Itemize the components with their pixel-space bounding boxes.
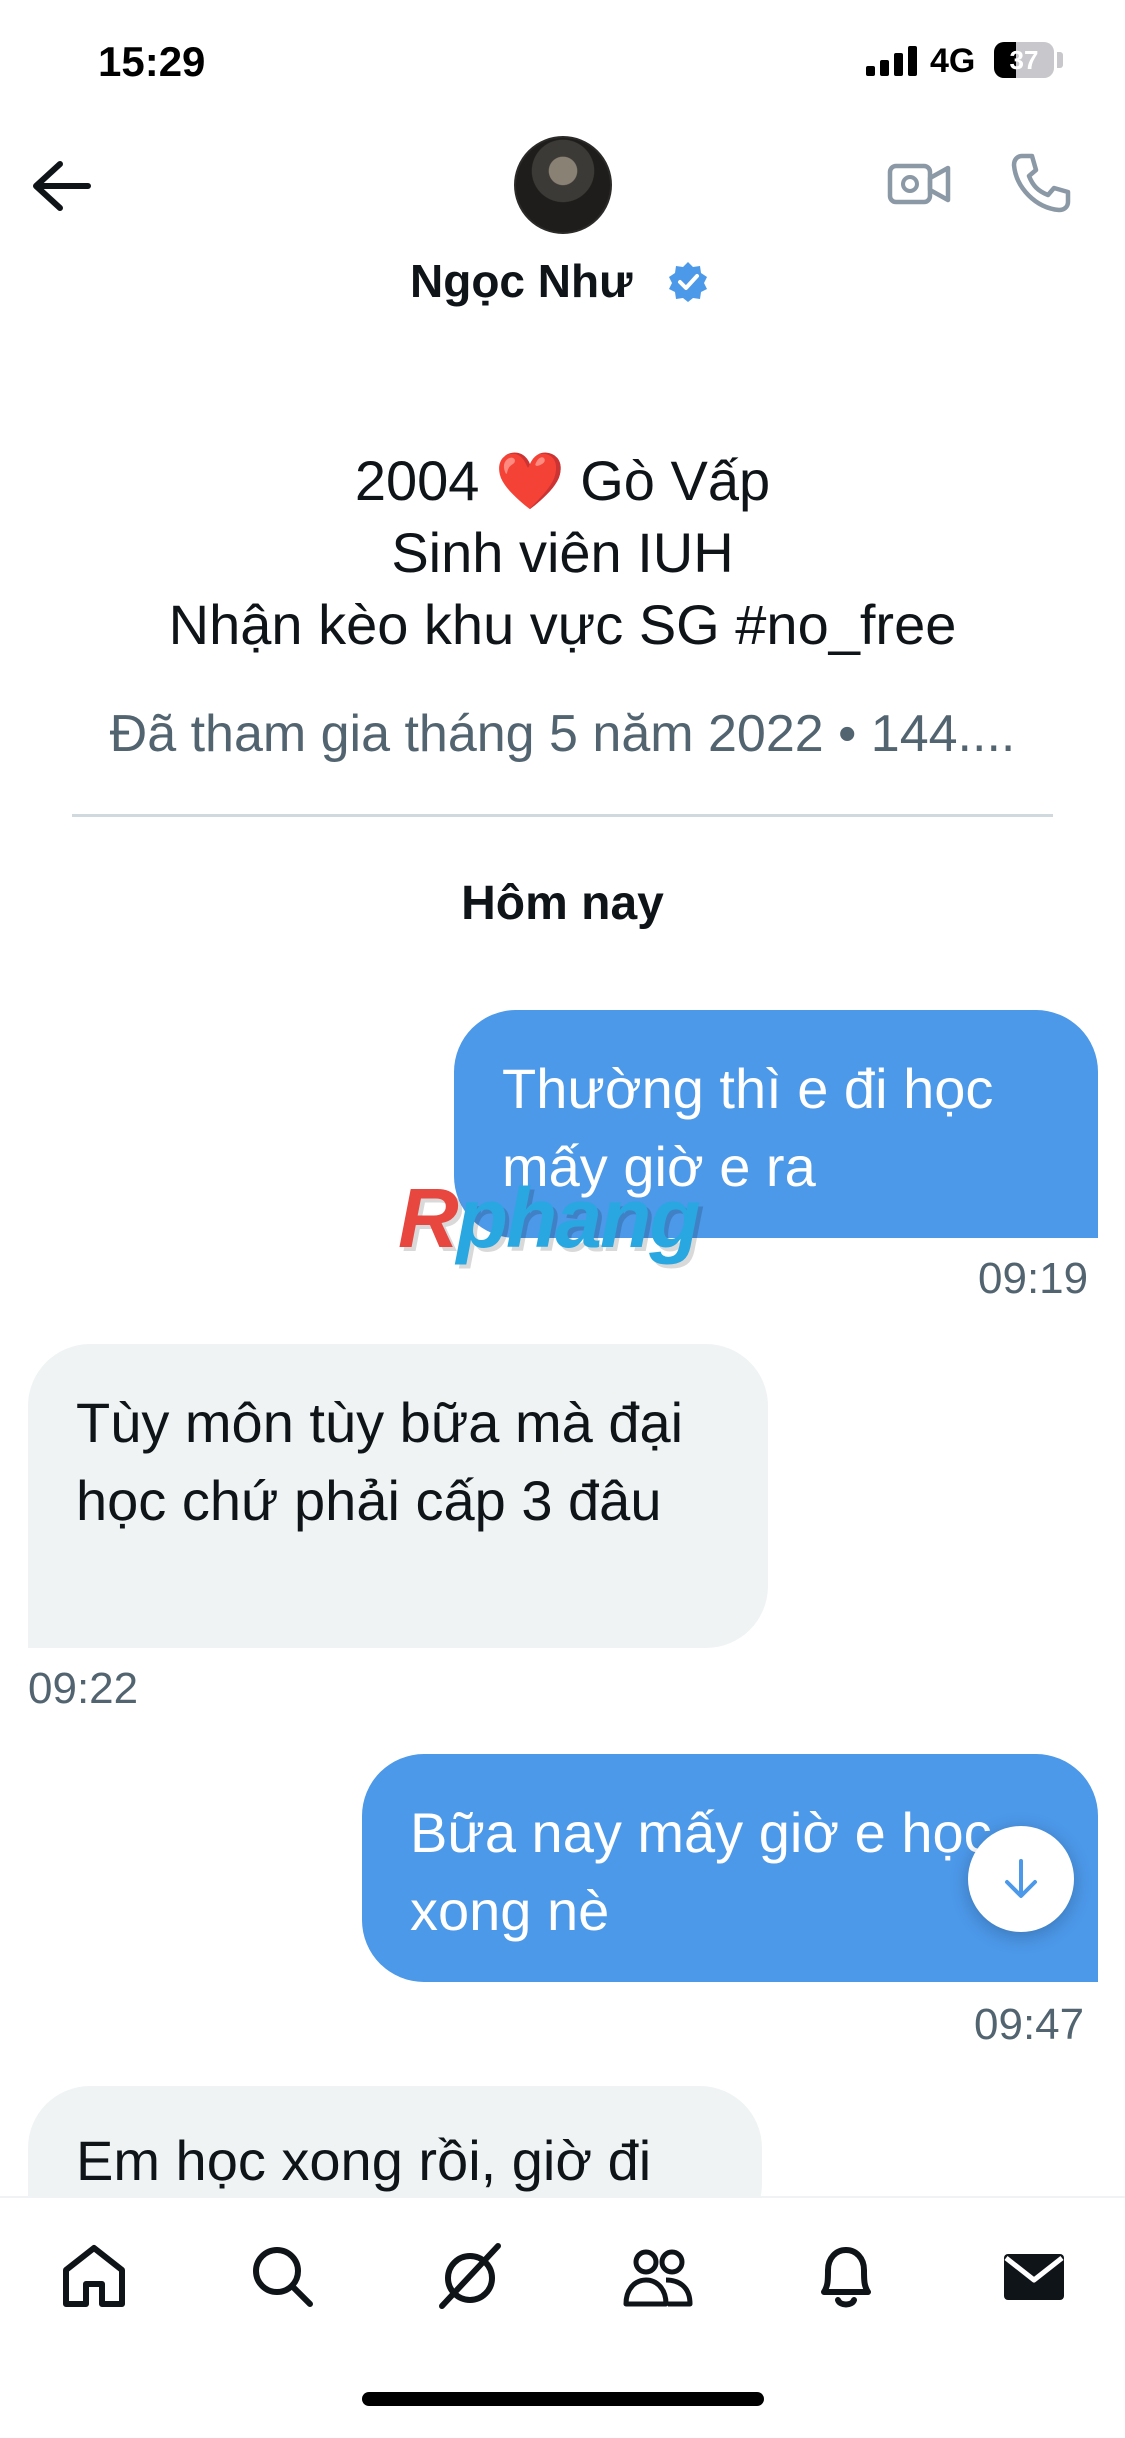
home-indicator[interactable] — [362, 2392, 764, 2406]
scroll-to-bottom-button[interactable] — [968, 1826, 1074, 1932]
conversation-name[interactable]: Ngọc Như — [410, 254, 632, 308]
phone-call-icon[interactable] — [1008, 150, 1074, 216]
grok-icon[interactable] — [434, 2240, 506, 2312]
join-date: Đã tham gia tháng 5 năm 2022 • 144.... — [109, 705, 1016, 763]
bio-line-3: Nhận kèo khu vực SG #no_free — [168, 593, 957, 656]
message-timestamp: 09:19 — [978, 1254, 1089, 1303]
bio-line-1: 2004 ❤️ Gò Vấp — [354, 449, 771, 512]
message-bubble-incoming[interactable]: Tùy môn tùy bữa mà đại học chứ phải cấp … — [28, 1344, 768, 1648]
signal-icon — [866, 46, 917, 76]
search-icon[interactable] — [246, 2240, 318, 2312]
bio-line-2: Sinh viên IUH — [391, 521, 734, 584]
network-label: 4G — [930, 42, 976, 80]
message-timestamp: 09:47 — [974, 2000, 1085, 2049]
battery-level: 37 — [1009, 45, 1039, 75]
communities-icon[interactable] — [622, 2240, 694, 2312]
day-separator: Hôm nay — [461, 877, 664, 930]
status-time: 15:29 — [98, 38, 206, 85]
watermark-logo: Rphang — [398, 1171, 701, 1265]
message-timestamp: 09:22 — [28, 1664, 139, 1713]
verified-badge-icon — [669, 262, 707, 302]
messages-icon[interactable] — [998, 2240, 1070, 2312]
battery-icon: 37 — [994, 42, 1054, 78]
notifications-icon[interactable] — [810, 2240, 882, 2312]
divider — [72, 814, 1053, 817]
home-icon[interactable] — [58, 2240, 130, 2312]
arrow-down-icon — [1005, 1859, 1037, 1898]
video-call-icon[interactable] — [886, 156, 952, 212]
battery-cap — [1057, 52, 1063, 68]
back-arrow-icon[interactable] — [30, 158, 94, 214]
avatar[interactable] — [514, 136, 612, 234]
